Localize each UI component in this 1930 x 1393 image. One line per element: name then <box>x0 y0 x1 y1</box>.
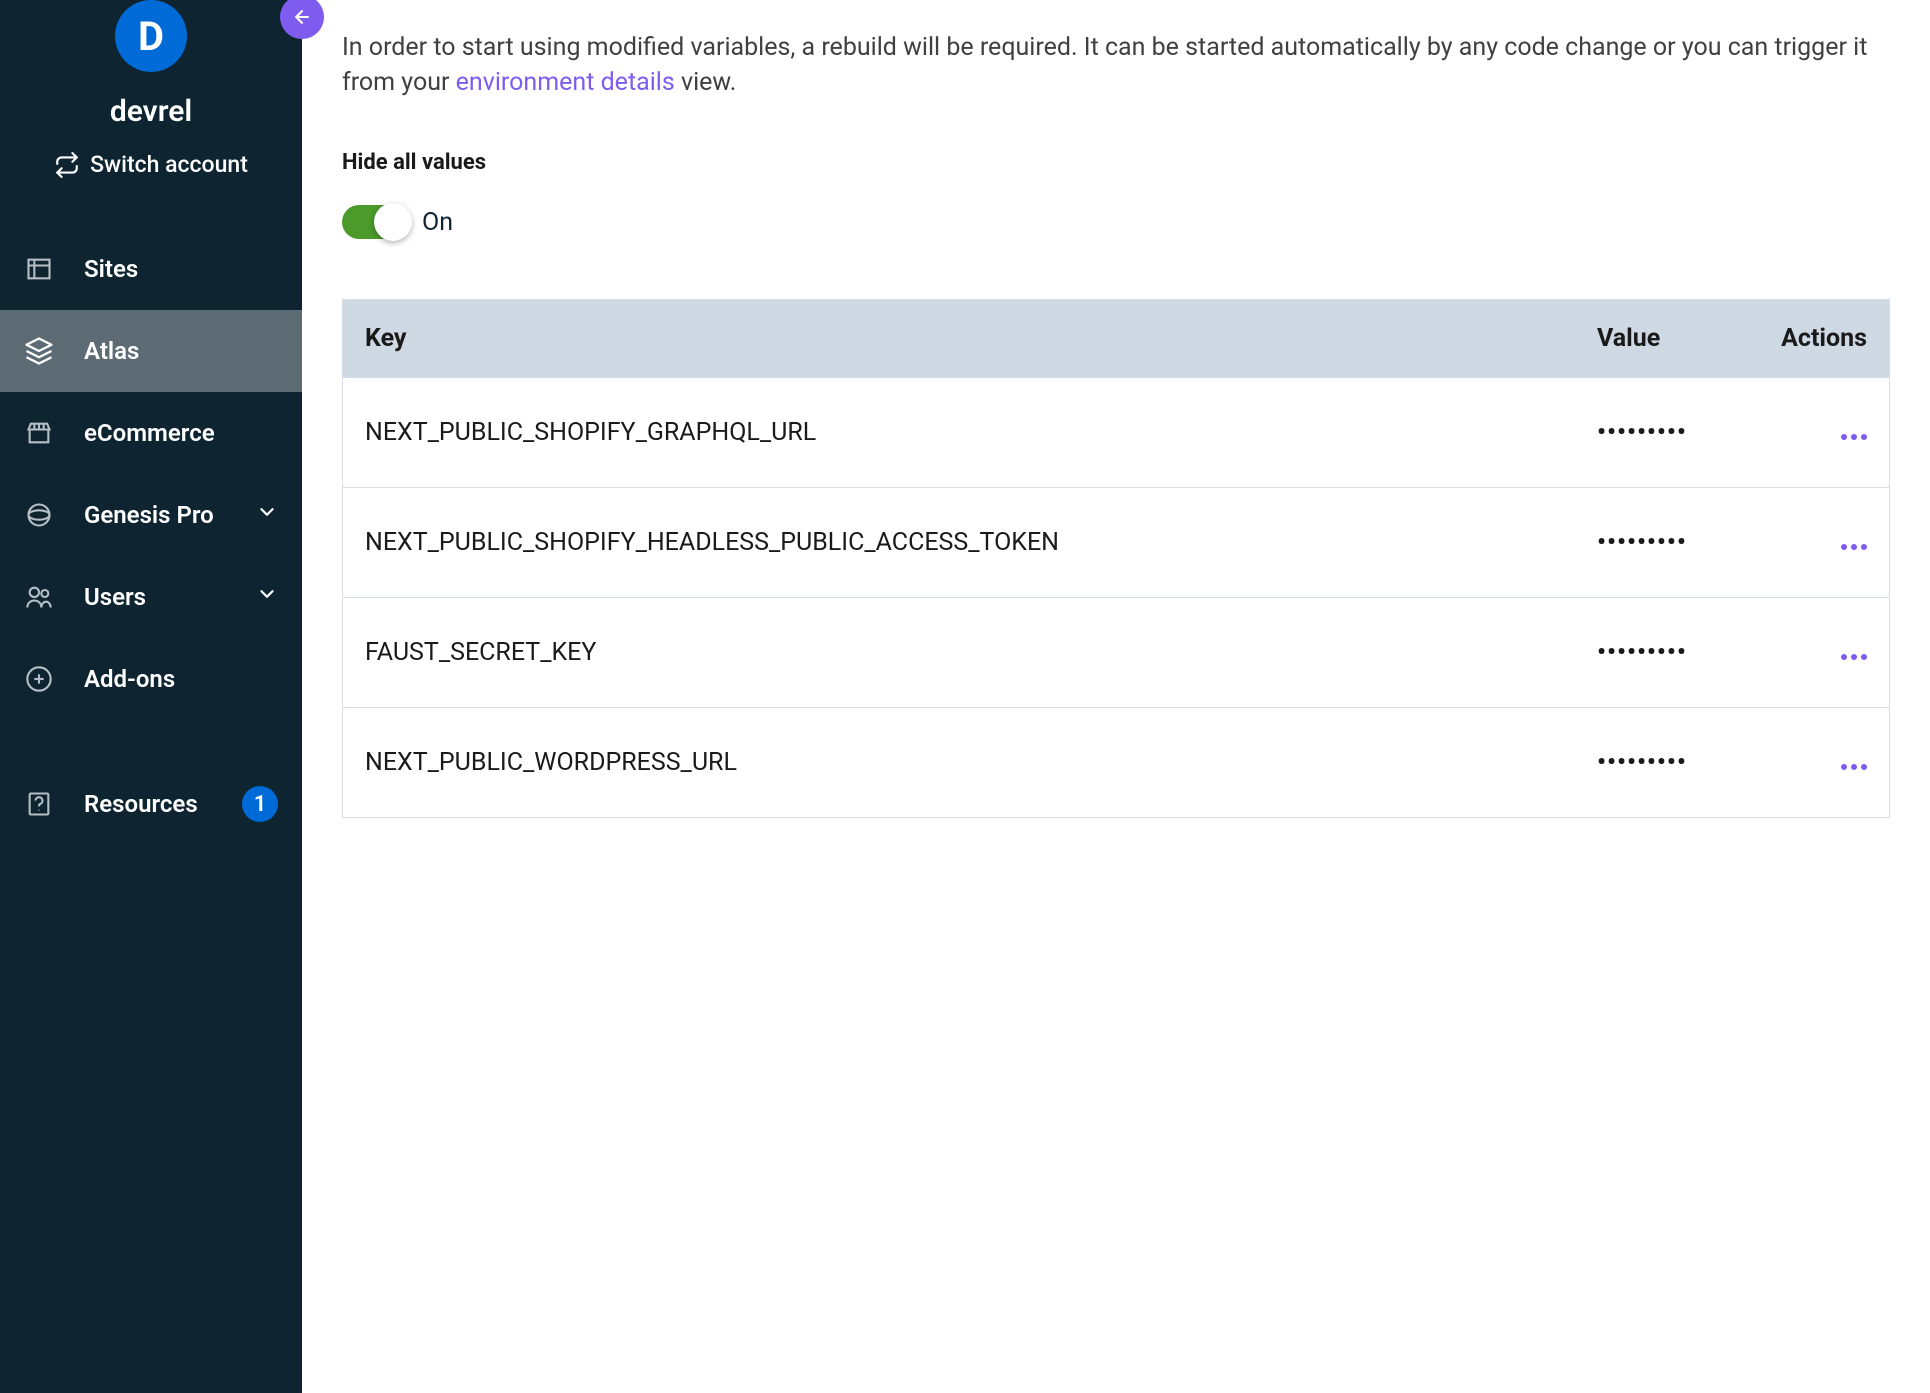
sidebar-item-users[interactable]: Users <box>0 556 302 638</box>
row-value: ••••••••• <box>1597 528 1757 557</box>
resources-badge: 1 <box>242 786 278 822</box>
users-icon <box>24 582 54 612</box>
sidebar-item-resources[interactable]: Resources 1 <box>0 760 302 848</box>
table-row: NEXT_PUBLIC_SHOPIFY_GRAPHQL_URL ••••••••… <box>343 377 1889 487</box>
header-actions: Actions <box>1757 324 1867 353</box>
table-header: Key Value Actions <box>343 300 1889 377</box>
ecommerce-icon <box>24 418 54 448</box>
avatar: D <box>115 0 187 72</box>
environment-details-link[interactable]: environment details <box>456 68 675 97</box>
switch-account-button[interactable]: Switch account <box>0 151 302 178</box>
row-key: FAUST_SECRET_KEY <box>365 638 1597 667</box>
nav: Sites Atlas eCommerce Genesis Pro <box>0 228 302 848</box>
table-row: NEXT_PUBLIC_SHOPIFY_HEADLESS_PUBLIC_ACCE… <box>343 487 1889 597</box>
row-actions <box>1757 528 1867 557</box>
genesis-icon <box>24 500 54 530</box>
sidebar: D devrel Switch account Sites Atlas eCom… <box>0 0 302 1393</box>
switch-account-label: Switch account <box>90 151 248 178</box>
table-row: FAUST_SECRET_KEY ••••••••• <box>343 597 1889 707</box>
row-key: NEXT_PUBLIC_WORDPRESS_URL <box>365 748 1597 777</box>
avatar-section: D devrel Switch account <box>0 0 302 178</box>
avatar-letter: D <box>138 13 164 60</box>
row-value: ••••••••• <box>1597 748 1757 777</box>
row-key: NEXT_PUBLIC_SHOPIFY_HEADLESS_PUBLIC_ACCE… <box>365 528 1597 557</box>
sidebar-item-genesis-pro[interactable]: Genesis Pro <box>0 474 302 556</box>
info-text-post: view. <box>675 68 737 97</box>
atlas-icon <box>24 336 54 366</box>
env-vars-table: Key Value Actions NEXT_PUBLIC_SHOPIFY_GR… <box>342 299 1890 818</box>
sidebar-item-label: Users <box>84 583 226 611</box>
more-actions-button[interactable] <box>1841 434 1867 440</box>
row-actions <box>1757 418 1867 447</box>
sidebar-item-atlas[interactable]: Atlas <box>0 310 302 392</box>
sidebar-item-label: Genesis Pro <box>84 501 226 529</box>
switch-icon <box>54 152 80 178</box>
arrow-left-icon <box>292 7 312 27</box>
toggle-knob <box>374 203 412 241</box>
row-actions <box>1757 748 1867 777</box>
info-text: In order to start using modified variabl… <box>342 30 1890 100</box>
chevron-down-icon <box>256 583 278 611</box>
hide-values-label: Hide all values <box>342 150 1890 175</box>
hide-values-section: Hide all values On <box>342 150 1890 239</box>
account-name: devrel <box>0 94 302 129</box>
addons-icon <box>24 664 54 694</box>
more-actions-button[interactable] <box>1841 654 1867 660</box>
row-key: NEXT_PUBLIC_SHOPIFY_GRAPHQL_URL <box>365 418 1597 447</box>
sidebar-item-sites[interactable]: Sites <box>0 228 302 310</box>
toggle-state-label: On <box>422 208 453 237</box>
row-value: ••••••••• <box>1597 638 1757 667</box>
more-actions-button[interactable] <box>1841 764 1867 770</box>
hide-values-toggle[interactable] <box>342 205 410 239</box>
sidebar-item-label: Resources <box>84 790 212 818</box>
table-row: NEXT_PUBLIC_WORDPRESS_URL ••••••••• <box>343 707 1889 817</box>
sidebar-item-label: eCommerce <box>84 419 278 447</box>
sites-icon <box>24 254 54 284</box>
header-value: Value <box>1597 324 1757 353</box>
toggle-row: On <box>342 205 1890 239</box>
row-value: ••••••••• <box>1597 418 1757 447</box>
sidebar-item-label: Atlas <box>84 337 278 365</box>
chevron-down-icon <box>256 501 278 529</box>
more-actions-button[interactable] <box>1841 544 1867 550</box>
header-key: Key <box>365 324 1597 353</box>
sidebar-item-addons[interactable]: Add-ons <box>0 638 302 720</box>
row-actions <box>1757 638 1867 667</box>
sidebar-item-ecommerce[interactable]: eCommerce <box>0 392 302 474</box>
resources-icon <box>24 789 54 819</box>
sidebar-item-label: Sites <box>84 255 278 283</box>
sidebar-item-label: Add-ons <box>84 665 278 693</box>
main-content: In order to start using modified variabl… <box>302 0 1930 1393</box>
